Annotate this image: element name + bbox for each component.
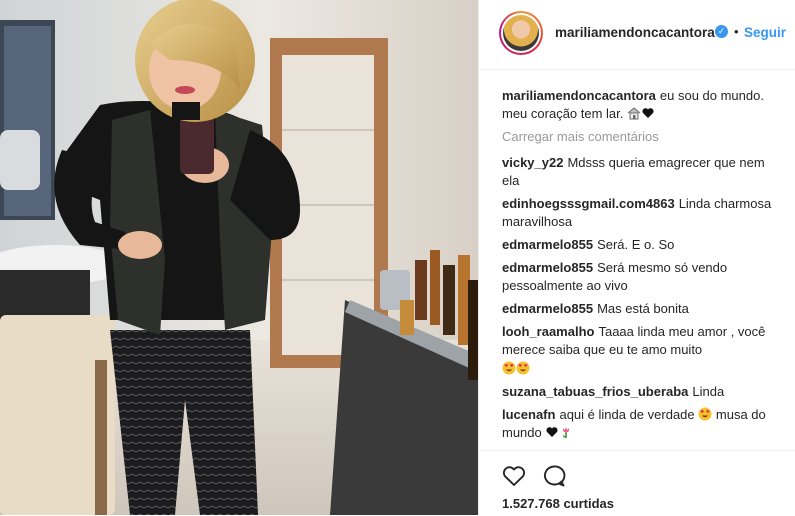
comment-item: vicky_y22 Mdsss queria emagrecer que nem … — [502, 154, 780, 190]
comments-list: mariliamendoncacantora eu sou do mundo. m… — [502, 87, 780, 447]
comment-item: edinhoegsssgmail.com4863 Linda charmosa m… — [502, 195, 780, 231]
comment-item: lucenafn aqui é linda de verdade musa do … — [502, 406, 780, 442]
comment-item: edmarmelo855 Será mesmo só vendo pessoalm… — [502, 259, 780, 295]
comment-item: looh_raamalho Taaaa linda meu amor , você… — [502, 323, 780, 378]
house-emoji-icon — [627, 107, 641, 120]
load-more-comments-link[interactable]: Carregar mais comentários — [502, 128, 780, 146]
post-header: mariliamendoncacantora ✓ • Seguir — [479, 0, 795, 70]
heart-eyes-emoji-icon — [698, 407, 712, 421]
speech-bubble-icon[interactable] — [541, 463, 567, 489]
comment-item: suzana_tabuas_frios_uberaba Linda — [502, 383, 780, 401]
post-photo[interactable] — [0, 0, 478, 515]
black-heart-icon — [546, 427, 558, 437]
avatar[interactable] — [499, 11, 543, 55]
comment-username[interactable]: looh_raamalho — [502, 324, 594, 339]
comment-text: Linda — [692, 384, 725, 399]
comment-username[interactable]: edmarmelo855 — [502, 260, 593, 275]
comment-text: Será. E o. So — [597, 237, 675, 252]
verified-badge-icon: ✓ — [715, 25, 728, 38]
comment-username[interactable]: lucenafn — [502, 407, 555, 422]
comment-item: edmarmelo855 Será. E o. So — [502, 236, 780, 254]
comment-text: aqui é linda de verdade — [559, 407, 695, 422]
comment-username[interactable]: suzana_tabuas_frios_uberaba — [502, 384, 688, 399]
caption: mariliamendoncacantora eu sou do mundo. m… — [502, 87, 780, 123]
comment-username[interactable]: edmarmelo855 — [502, 301, 593, 316]
heart-eyes-emoji-icon — [516, 361, 530, 375]
avatar-image — [503, 15, 539, 51]
black-heart-icon — [642, 108, 654, 118]
caption-username[interactable]: mariliamendoncacantora — [502, 88, 656, 103]
comment-emojis — [502, 360, 780, 378]
likes-count[interactable]: 1.527.768 curtidas — [502, 496, 614, 511]
comment-username[interactable]: edinhoegsssgmail.com4863 — [502, 196, 675, 211]
follow-button[interactable]: Seguir — [744, 25, 786, 40]
comment-username[interactable]: vicky_y22 — [502, 155, 563, 170]
post-side-panel: mariliamendoncacantora ✓ • Seguir marili… — [478, 0, 795, 515]
comment-username[interactable]: edmarmelo855 — [502, 237, 593, 252]
tulip-emoji-icon — [563, 427, 570, 438]
header-separator: • — [734, 24, 739, 39]
header-username[interactable]: mariliamendoncacantora — [555, 25, 715, 40]
heart-eyes-emoji-icon — [502, 361, 516, 375]
comment-item: edmarmelo855 Mas está bonita — [502, 300, 780, 318]
comment-text: Mas está bonita — [597, 301, 689, 316]
post-image — [0, 0, 478, 515]
heart-outline-icon[interactable] — [501, 463, 527, 489]
